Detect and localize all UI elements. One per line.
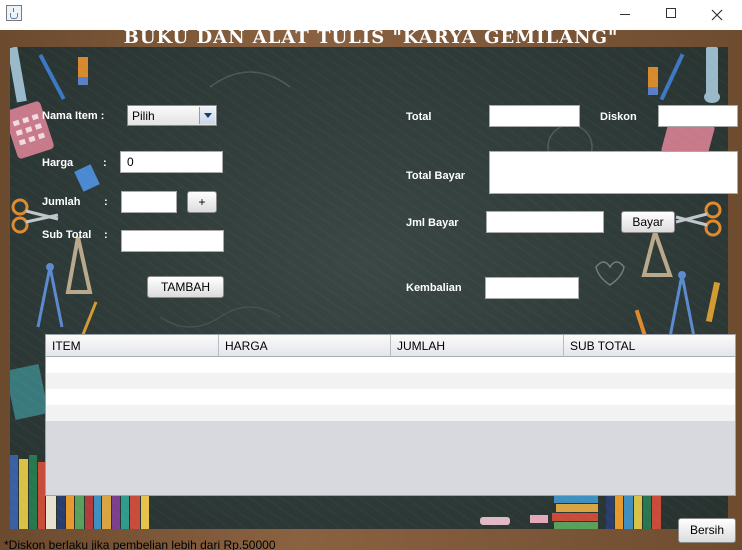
diskon-label: Diskon: [600, 111, 637, 123]
title-bar: [0, 0, 742, 30]
harga-label: Harga: [42, 157, 74, 169]
harga-colon: :: [103, 157, 107, 169]
maximize-icon: [666, 8, 676, 18]
column-header-item[interactable]: ITEM: [46, 335, 219, 357]
total-bayar-label: Total Bayar: [406, 170, 466, 182]
store-title: BUKU DAN ALAT TULIS "KARYA GEMILANG": [123, 27, 619, 48]
harga-field[interactable]: 0: [120, 151, 223, 173]
table-row[interactable]: [46, 373, 735, 389]
minimize-button[interactable]: [602, 0, 648, 30]
total-field[interactable]: [489, 105, 580, 127]
bersih-button[interactable]: Bersih: [678, 518, 736, 543]
nama-item-combobox[interactable]: Pilih: [127, 105, 217, 126]
table-row[interactable]: [46, 389, 735, 405]
column-header-harga[interactable]: HARGA: [219, 335, 391, 357]
app-window: BUKU DAN ALAT TULIS "KARYA GEMILANG" Nam…: [0, 0, 742, 550]
jumlah-colon: :: [104, 196, 108, 208]
column-header-sub-total[interactable]: SUB TOTAL: [564, 335, 735, 357]
column-header-jumlah[interactable]: JUMLAH: [391, 335, 564, 357]
minimize-icon: [620, 14, 630, 15]
table-row[interactable]: [46, 405, 735, 421]
nama-item-label: Nama Item :: [42, 110, 105, 122]
jml-bayar-label: Jml Bayar: [406, 217, 459, 229]
bayar-button[interactable]: Bayar: [621, 211, 675, 233]
total-bayar-field[interactable]: [489, 151, 738, 194]
close-button[interactable]: [694, 0, 740, 30]
close-icon: [711, 9, 723, 21]
diskon-field[interactable]: [658, 105, 738, 127]
tambah-button[interactable]: TAMBAH: [147, 276, 224, 298]
maximize-button[interactable]: [648, 0, 694, 30]
total-label: Total: [406, 111, 432, 123]
subtotal-label: Sub Total: [42, 229, 92, 241]
table-row[interactable]: [46, 357, 735, 373]
subtotal-colon: :: [104, 229, 108, 241]
jml-bayar-field[interactable]: [486, 211, 604, 233]
nama-item-selected: Pilih: [132, 109, 155, 123]
jumlah-label: Jumlah: [42, 196, 81, 208]
chevron-down-icon[interactable]: [199, 107, 215, 124]
kembalian-field[interactable]: [485, 277, 579, 299]
kembalian-label: Kembalian: [406, 282, 462, 294]
java-cup-icon: [6, 5, 22, 21]
subtotal-field[interactable]: [121, 230, 224, 252]
discount-note: *Diskon berlaku jika pembelian lebih dar…: [4, 538, 276, 550]
item-table[interactable]: ITEM HARGA JUMLAH SUB TOTAL: [45, 334, 736, 496]
table-header: ITEM HARGA JUMLAH SUB TOTAL: [46, 335, 735, 357]
jumlah-field[interactable]: [121, 191, 177, 213]
plus-button[interactable]: +: [187, 191, 217, 213]
